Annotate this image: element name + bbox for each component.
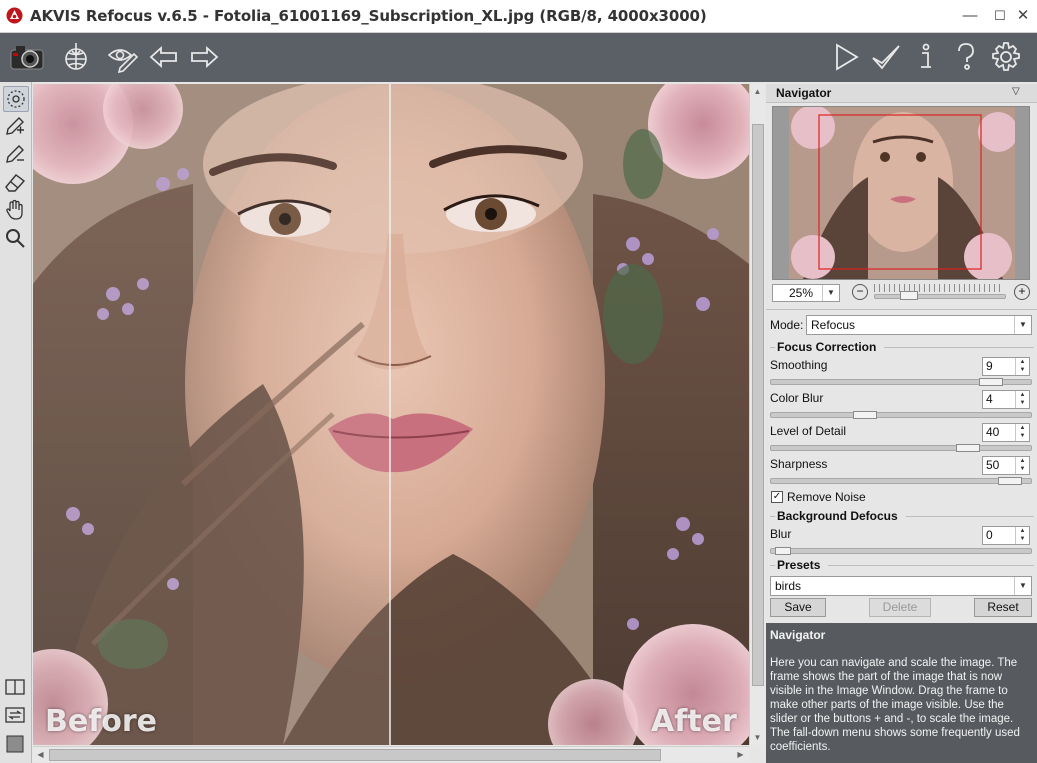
pencil-plus-icon[interactable] (3, 114, 27, 138)
horizontal-scroll-thumb[interactable] (49, 749, 661, 761)
presets-title: Presets (777, 558, 821, 572)
arrow-right-icon[interactable] (188, 41, 220, 73)
before-label: Before (45, 704, 158, 739)
info-icon[interactable] (910, 41, 942, 73)
eye-pen-icon[interactable] (106, 41, 139, 74)
help-title: Navigator (770, 628, 826, 642)
slider-value-input[interactable]: 9 ▲ ▼ (982, 357, 1030, 376)
mode-label: Mode: (770, 318, 804, 332)
main-toolbar (0, 33, 1037, 82)
arrow-left-icon[interactable] (148, 41, 180, 73)
help-panel: Navigator Here you can navigate and scal… (766, 623, 1037, 763)
chevron-down-icon: ▼ (1014, 577, 1031, 595)
pencil-minus-icon[interactable] (3, 142, 27, 166)
scroll-down-icon[interactable]: ▼ (750, 730, 765, 745)
remove-noise-checkbox[interactable]: ✓ (771, 491, 783, 503)
slider-label: Smoothing (770, 358, 828, 372)
zoom-out-button[interactable]: − (852, 284, 868, 300)
help-icon[interactable] (950, 41, 982, 73)
zoom-icon[interactable] (3, 226, 27, 250)
navigator-title: Navigator (776, 86, 832, 100)
mode-select[interactable]: Refocus ▼ (806, 315, 1032, 335)
image-canvas[interactable]: Before After (33, 84, 749, 745)
spin-arrows-icon[interactable]: ▲ ▼ (1015, 424, 1029, 441)
navigator-preview[interactable] (772, 106, 1030, 280)
title-bar: AKVIS Refocus v.6.5 - Fotolia_61001169_S… (0, 0, 1037, 33)
zoom-slider-thumb[interactable] (900, 291, 918, 300)
scroll-right-icon[interactable]: ▶ (733, 747, 748, 762)
divider (884, 347, 1034, 348)
minimize-button[interactable]: — (960, 6, 980, 26)
spin-arrows-icon[interactable]: ▲ ▼ (1015, 391, 1029, 408)
background-defocus-title: Background Defocus (777, 509, 898, 523)
eraser-icon[interactable] (3, 170, 27, 194)
chevron-down-icon: ▼ (1014, 316, 1031, 334)
divider (906, 516, 1034, 517)
delete-preset-button[interactable]: Delete (869, 598, 931, 617)
download-globe-icon[interactable] (60, 41, 92, 73)
zoom-in-button[interactable]: + (1014, 284, 1030, 300)
split-view-icon[interactable] (3, 675, 27, 699)
portrait-image (33, 84, 749, 745)
divider (828, 565, 1034, 566)
divider (770, 516, 775, 517)
slider-thumb[interactable] (853, 411, 878, 419)
vertical-scroll-thumb[interactable] (752, 124, 764, 686)
horizontal-scrollbar[interactable]: ◀ ▶ (33, 746, 749, 762)
slider-thumb[interactable] (998, 477, 1023, 485)
zoom-select[interactable]: 25% ▼ (772, 284, 840, 302)
slider-value-input[interactable]: 50 ▲ ▼ (982, 456, 1030, 475)
after-label: After (651, 704, 737, 739)
scroll-left-icon[interactable]: ◀ (33, 747, 48, 762)
slider-track[interactable] (770, 445, 1032, 451)
slider-label: Color Blur (770, 391, 824, 405)
spin-arrows-icon[interactable]: ▲ ▼ (1015, 457, 1029, 474)
vertical-scrollbar[interactable]: ▲ ▼ (749, 84, 765, 745)
slider-value-input[interactable]: 4 ▲ ▼ (982, 390, 1030, 409)
tools-panel (0, 82, 32, 763)
zoom-slider-track[interactable] (874, 294, 1006, 299)
checkmark-icon[interactable] (870, 41, 902, 73)
chevron-down-icon: ▼ (822, 285, 839, 301)
presets-select[interactable]: birds ▼ (770, 576, 1032, 596)
slider-track[interactable] (770, 412, 1032, 418)
slider-track[interactable] (770, 478, 1032, 484)
focus-correction-title: Focus Correction (777, 340, 877, 354)
slider-value-input[interactable]: 40 ▲ ▼ (982, 423, 1030, 442)
divider (770, 347, 775, 348)
camera-icon[interactable] (8, 41, 46, 73)
blur-slider-thumb[interactable] (774, 547, 791, 555)
scroll-up-icon[interactable]: ▲ (750, 84, 765, 99)
slider-label: Level of Detail (770, 424, 847, 438)
blur-input[interactable]: 0 ▲ ▼ (982, 526, 1030, 545)
play-icon[interactable] (830, 41, 862, 73)
window-title: AKVIS Refocus v.6.5 - Fotolia_61001169_S… (30, 7, 707, 25)
navigator-collapse-icon[interactable]: ▽ (1012, 86, 1020, 97)
maximize-button[interactable]: ☐ (990, 6, 1010, 26)
reset-preset-button[interactable]: Reset (974, 598, 1032, 617)
swap-view-icon[interactable] (3, 703, 27, 727)
slider-label: Sharpness (770, 457, 828, 471)
help-text: Here you can navigate and scale the imag… (770, 657, 1020, 753)
color-square-icon[interactable] (3, 732, 27, 756)
slider-thumb[interactable] (979, 378, 1004, 386)
divider (770, 565, 775, 566)
spin-arrows-icon[interactable]: ▲ ▼ (1015, 358, 1029, 375)
blur-label: Blur (770, 527, 792, 541)
remove-noise-label: Remove Noise (787, 490, 866, 504)
divider (766, 309, 1037, 310)
settings-gear-icon[interactable] (990, 41, 1022, 73)
zoom-ticks (874, 284, 1004, 292)
blur-slider-track[interactable] (770, 548, 1032, 554)
focus-brush-tool-icon[interactable] (3, 86, 29, 112)
save-preset-button[interactable]: Save (770, 598, 826, 617)
akvis-logo-icon (6, 7, 23, 24)
slider-thumb[interactable] (955, 444, 980, 452)
spin-arrows-icon[interactable]: ▲ ▼ (1015, 527, 1029, 544)
close-button[interactable]: ✕ (1013, 6, 1033, 26)
hand-icon[interactable] (3, 198, 27, 222)
